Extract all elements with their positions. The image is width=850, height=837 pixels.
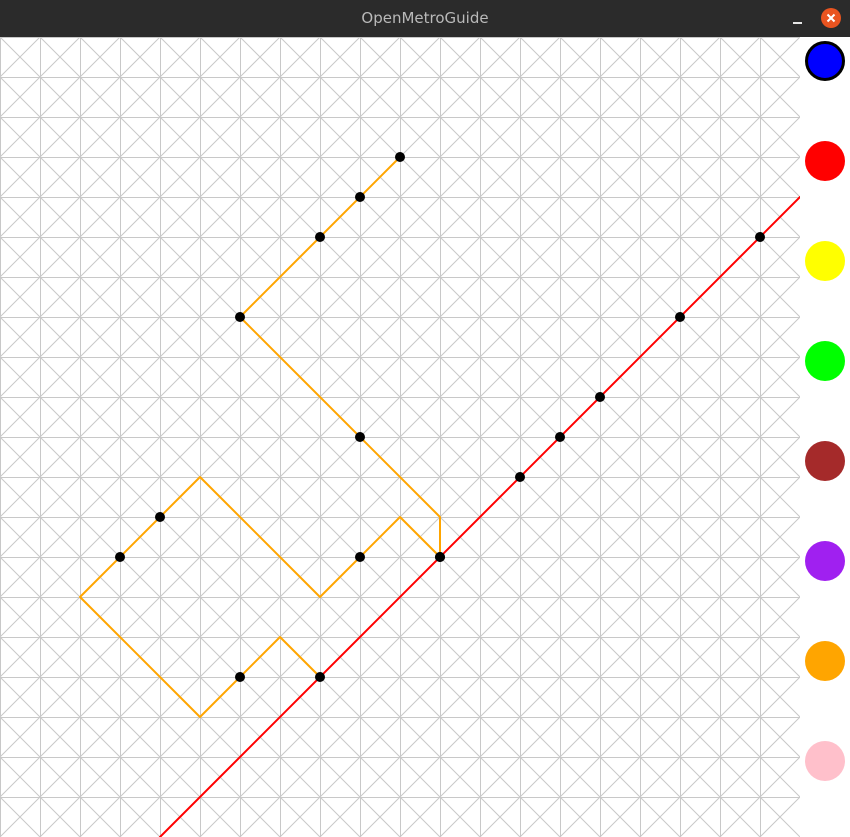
orange-line-station[interactable] bbox=[155, 512, 165, 522]
orange-line-station[interactable] bbox=[235, 672, 245, 682]
line-color-palette bbox=[800, 37, 850, 837]
color-swatch-orange[interactable] bbox=[805, 641, 845, 681]
color-swatch-brown[interactable] bbox=[805, 441, 845, 481]
window-title: OpenMetroGuide bbox=[361, 9, 489, 27]
metro-map-canvas[interactable] bbox=[0, 37, 800, 837]
close-button[interactable] bbox=[821, 8, 841, 28]
red-line-station[interactable] bbox=[595, 392, 605, 402]
red-line-station[interactable] bbox=[315, 672, 325, 682]
red-line-station[interactable] bbox=[675, 312, 685, 322]
red-line-station[interactable] bbox=[755, 232, 765, 242]
close-icon bbox=[826, 13, 836, 23]
orange-line-station[interactable] bbox=[315, 232, 325, 242]
color-swatch-green[interactable] bbox=[805, 341, 845, 381]
orange-line-station[interactable] bbox=[435, 552, 445, 562]
orange-line-station[interactable] bbox=[355, 552, 365, 562]
orange-line-station[interactable] bbox=[235, 312, 245, 322]
red-line-station[interactable] bbox=[555, 432, 565, 442]
orange-line-station[interactable] bbox=[355, 192, 365, 202]
red-line-station[interactable] bbox=[515, 472, 525, 482]
title-bar: OpenMetroGuide bbox=[0, 0, 850, 37]
minimize-button[interactable] bbox=[788, 8, 808, 28]
color-swatch-blue[interactable] bbox=[805, 41, 845, 81]
color-swatch-pink[interactable] bbox=[805, 741, 845, 781]
color-swatch-purple[interactable] bbox=[805, 541, 845, 581]
orange-line-station[interactable] bbox=[395, 152, 405, 162]
color-swatch-red[interactable] bbox=[805, 141, 845, 181]
orange-line-station[interactable] bbox=[355, 432, 365, 442]
orange-line-station[interactable] bbox=[115, 552, 125, 562]
color-swatch-yellow[interactable] bbox=[805, 241, 845, 281]
